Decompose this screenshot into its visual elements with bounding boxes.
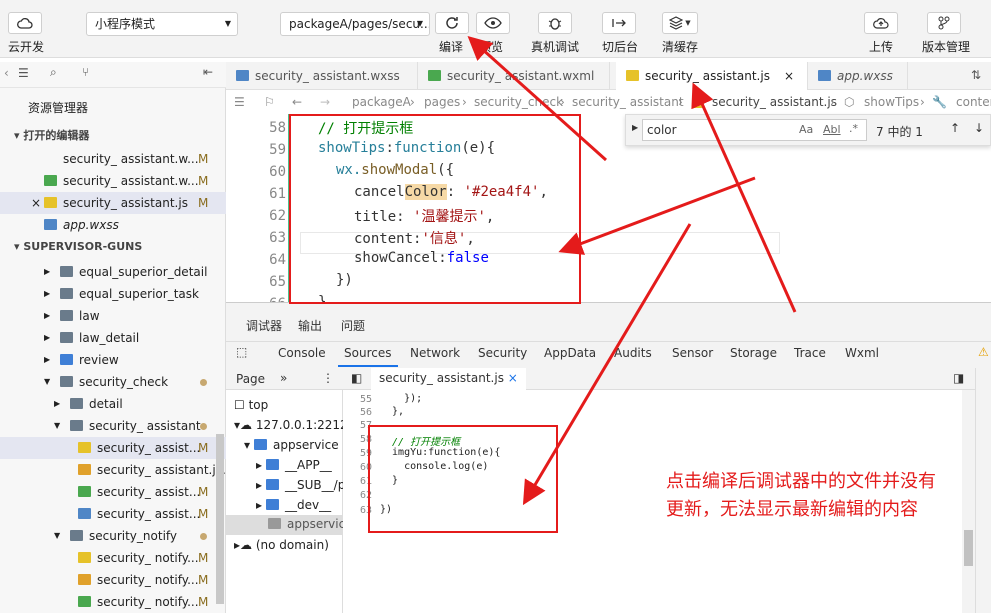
annotation-line: 点击编译后调试器中的文件并没有: [666, 471, 936, 492]
arrow-to-code: [558, 176, 756, 255]
annotation-text: 点击编译后调试器中的文件并没有 更新，无法显示最新编辑的内容: [666, 468, 936, 524]
arrow-to-compile: [467, 35, 608, 162]
arrow-to-debugger: [522, 223, 692, 506]
annotation-line: 更新，无法显示最新编辑的内容: [666, 499, 918, 520]
arrow-to-tab: [691, 82, 797, 313]
